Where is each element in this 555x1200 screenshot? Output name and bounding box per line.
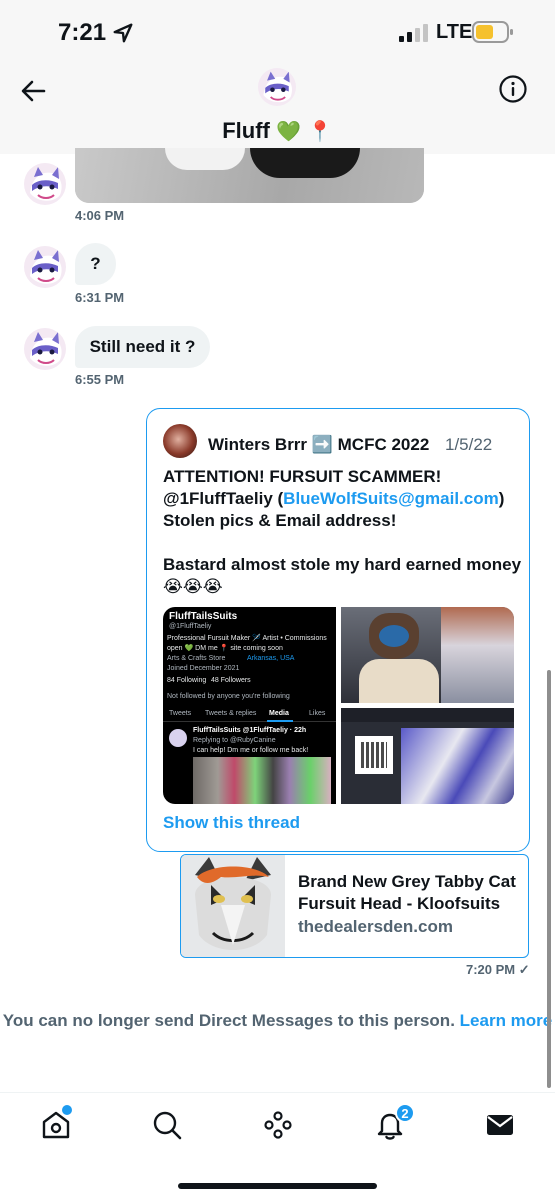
message-bubble[interactable]: Still need it ? — [75, 326, 210, 368]
image-message[interactable] — [75, 148, 424, 203]
message-time: 6:55 PM — [75, 372, 125, 387]
message-bubble[interactable]: ? — [75, 243, 116, 285]
avatar[interactable] — [24, 328, 66, 370]
sent-timestamp: 7:20 PM ✓ — [466, 962, 530, 977]
tweet-author-avatar[interactable] — [163, 424, 197, 458]
messages-envelope-icon[interactable] — [484, 1109, 516, 1141]
signal-icon — [399, 24, 428, 42]
tweet-text: ATTENTION! FURSUIT SCAMMER! @1FluffTaeli… — [163, 467, 522, 597]
message-time: 6:31 PM — [75, 290, 125, 305]
qr-code-screenshot-image[interactable] — [341, 708, 514, 804]
carrier-label: LTE — [436, 21, 473, 43]
notifications-badge: 2 — [395, 1103, 415, 1123]
status-bar: 7:21 LTE — [0, 0, 555, 62]
contact-name: Fluff — [222, 118, 270, 143]
show-thread-link[interactable]: Show this thread — [163, 813, 300, 833]
search-icon[interactable] — [151, 1109, 183, 1141]
back-arrow-icon[interactable] — [18, 76, 48, 106]
info-icon[interactable] — [498, 74, 528, 104]
link-title[interactable]: Brand New Grey Tabby Cat Fursuit Head - … — [298, 871, 523, 915]
spaces-icon[interactable] — [262, 1109, 294, 1141]
name-emoji: 💚 📍 — [276, 119, 333, 143]
conversation-title[interactable]: Fluff 💚 📍 — [0, 118, 555, 144]
tweet-author-name[interactable]: Winters Brrr ➡️ MCFC 2022 — [208, 435, 429, 455]
read-check-icon: ✓ — [518, 962, 530, 977]
conversation-header: Fluff 💚 📍 — [0, 62, 555, 154]
avatar[interactable] — [258, 68, 296, 106]
tweet-media-grid[interactable]: FluffTailsSuits @1FluffTaeliy Profession… — [163, 607, 514, 804]
scrollbar[interactable] — [547, 670, 551, 1088]
link-preview-card[interactable]: Brand New Grey Tabby Cat Fursuit Head - … — [180, 854, 529, 958]
battery-icon — [472, 21, 513, 43]
clock: 7:21 — [58, 19, 107, 46]
link-domain: thedealersden.com — [298, 917, 453, 936]
avatar[interactable] — [24, 163, 66, 205]
location-arrow-icon — [113, 23, 133, 43]
shared-tweet-card[interactable]: Winters Brrr ➡️ MCFC 2022 1/5/22 ATTENTI… — [146, 408, 530, 852]
profile-screenshot-image[interactable]: FluffTailsSuits @1FluffTaeliy Profession… — [163, 607, 336, 804]
new-content-dot — [62, 1105, 72, 1115]
fursuit-head-thumbnail — [181, 855, 285, 957]
avatar[interactable] — [24, 246, 66, 288]
crying-emoji: 😭😭😭 — [163, 577, 223, 597]
dm-disabled-notice: You can no longer send Direct Messages t… — [2, 1011, 553, 1030]
learn-more-link[interactable]: Learn more — [460, 1011, 553, 1030]
home-indicator — [178, 1183, 377, 1189]
tweet-date: 1/5/22 — [445, 435, 493, 454]
fursuit-photo-image[interactable] — [341, 607, 514, 703]
email-link[interactable]: BlueWolfSuits@gmail.com — [283, 489, 499, 508]
message-time: 4:06 PM — [75, 208, 125, 223]
